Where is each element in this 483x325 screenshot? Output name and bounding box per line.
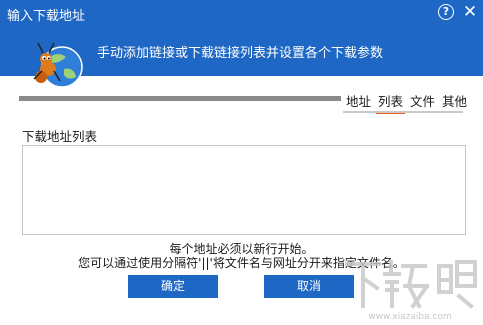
- help-icon[interactable]: ?: [438, 4, 454, 20]
- tab-rail: [19, 96, 341, 101]
- url-list-label: 下载地址列表: [22, 129, 98, 144]
- tab-other[interactable]: 其他: [440, 94, 469, 110]
- url-list-input[interactable]: [22, 145, 466, 235]
- tab-address[interactable]: 地址: [344, 94, 373, 110]
- tab-baseline: [343, 111, 463, 113]
- tab-strip: 地址 列表 文件 其他: [344, 94, 469, 114]
- watermark-url: www.xiazaiba.com: [368, 312, 452, 322]
- close-icon[interactable]: ✕: [462, 1, 478, 23]
- ok-button[interactable]: 确定: [128, 275, 218, 298]
- dialog-title: 输入下载地址: [7, 9, 86, 24]
- title-bar: 输入下载地址 ? ✕: [0, 0, 483, 26]
- site-watermark-logo: www.xiazaiba.com: [345, 260, 477, 322]
- tab-file[interactable]: 文件: [408, 94, 437, 110]
- tab-list[interactable]: 列表: [376, 94, 406, 114]
- ant-globe-logo: [33, 42, 83, 88]
- cancel-button[interactable]: 取消: [264, 275, 354, 298]
- banner-subtitle: 手动添加链接或下载链接列表并设置各个下载参数: [97, 46, 384, 61]
